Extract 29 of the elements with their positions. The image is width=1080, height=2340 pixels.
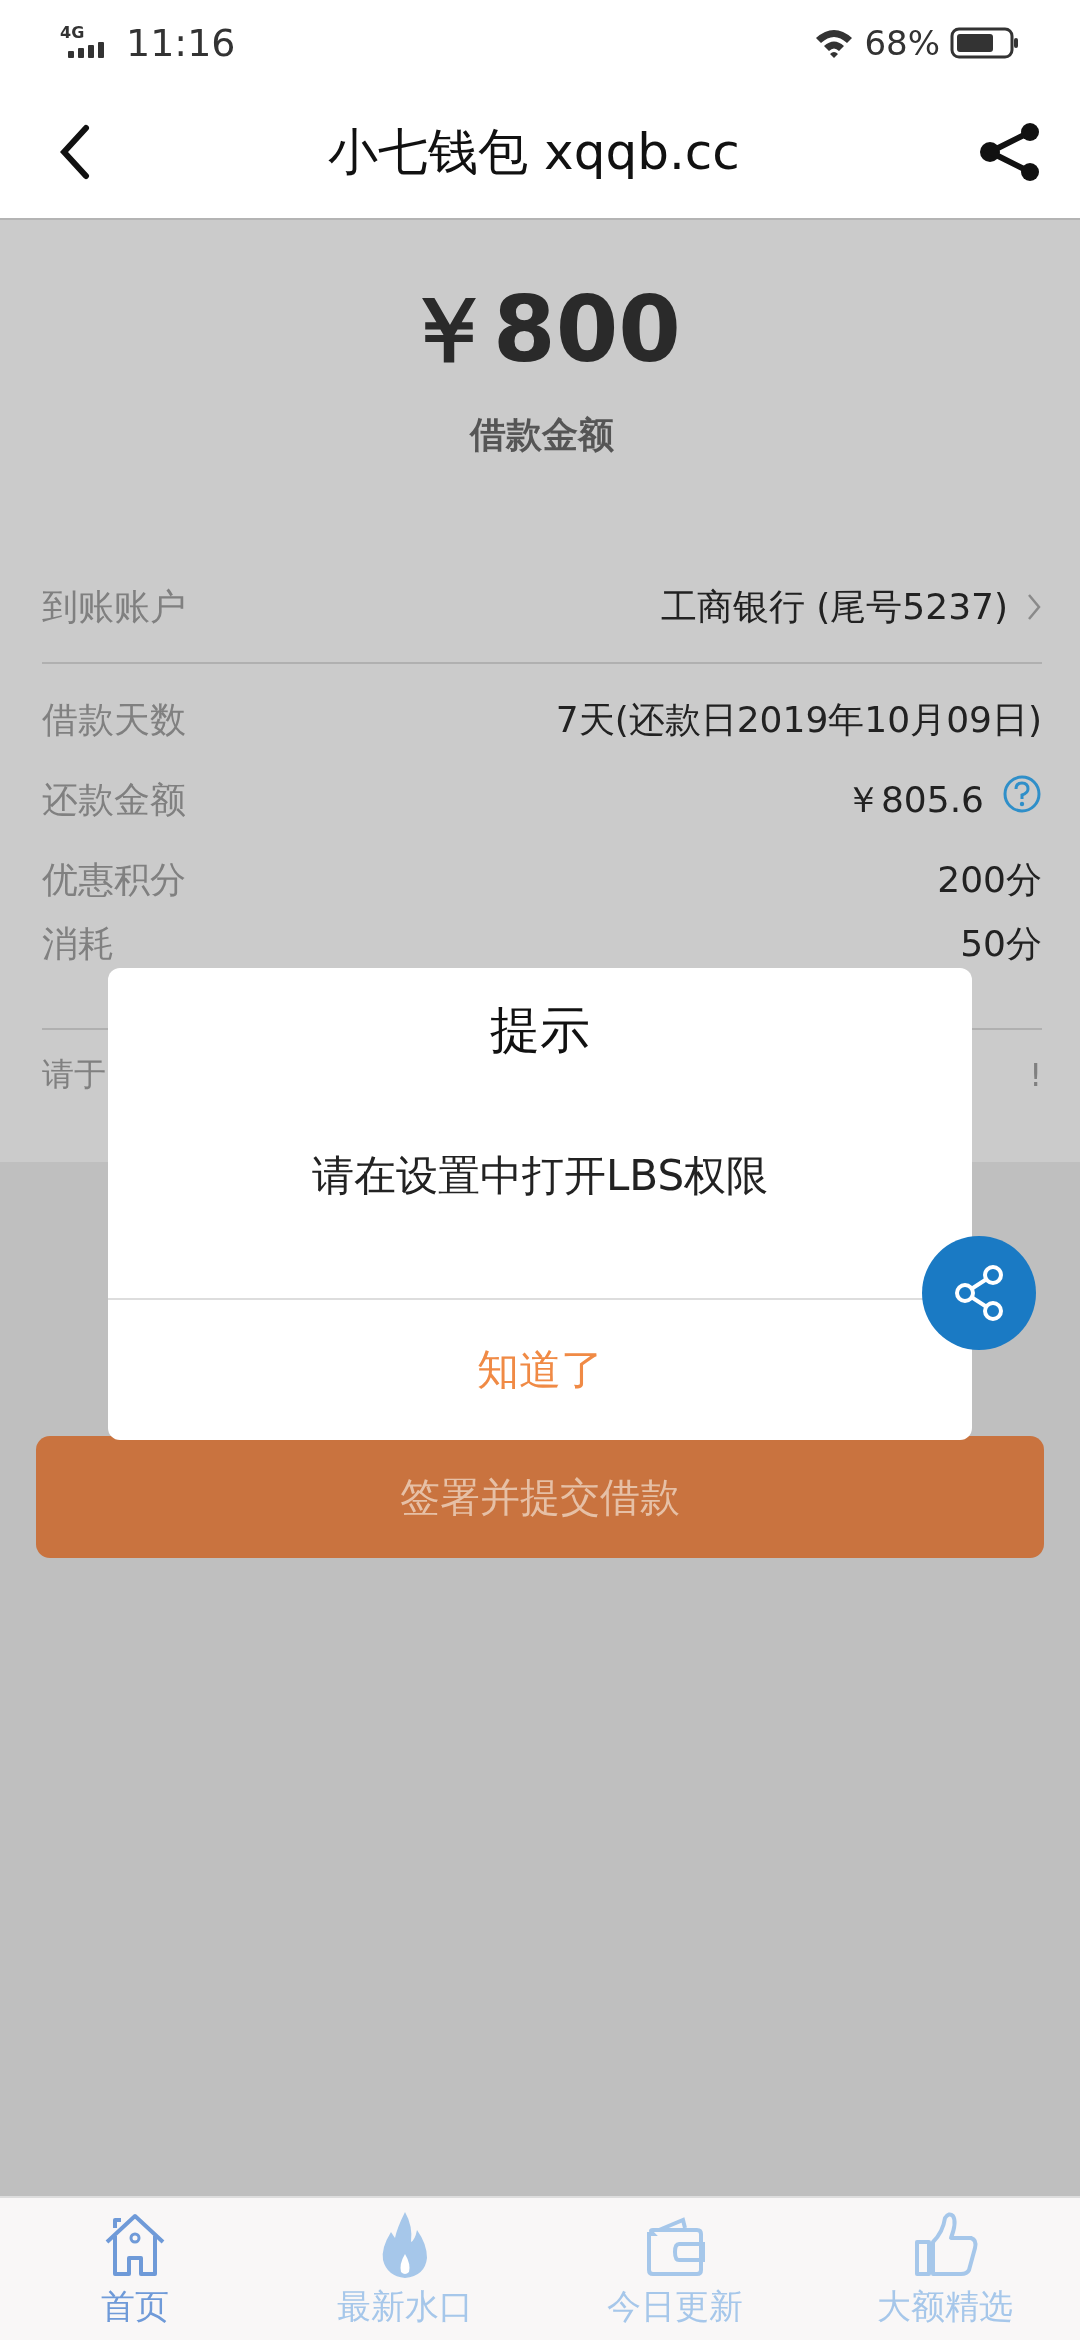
battery-percent: 68% [864, 23, 940, 63]
detail-value: 50分 [960, 922, 1042, 966]
nav-tab[interactable]: 大额精选 [810, 2198, 1080, 2340]
amount-label: 借款金额 [468, 413, 615, 457]
back-icon[interactable] [60, 124, 90, 180]
nav-tab[interactable]: 最新水口 [270, 2198, 540, 2340]
note-text: ! [1029, 1056, 1042, 1094]
account-label: 到账账户 [42, 584, 186, 629]
submit-button[interactable]: 签署并提交借款 [36, 1436, 1044, 1558]
loan-amount: ￥800 [402, 278, 682, 382]
detail-label: 优惠积分 [42, 857, 186, 902]
page-title: 小七钱包 xqqb.cc [328, 121, 740, 183]
clock-time: 11:16 [126, 21, 236, 65]
account-value[interactable]: 工商银行 (尾号5237) [660, 582, 1008, 632]
nav-tab[interactable]: 首页 [0, 2198, 270, 2340]
dialog-title: 提示 [489, 1000, 591, 1061]
detail-label: 借款天数 [42, 697, 186, 742]
wifi-icon [814, 28, 855, 58]
dialog-message: 请在设置中打开LBS权限 [310, 1150, 770, 1202]
detail-value: ￥805.6 [844, 777, 984, 822]
battery-icon [950, 27, 1020, 59]
detail-value: 7天(还款日2019年10月09日) [555, 697, 1042, 742]
detail-value: 200分 [937, 857, 1042, 902]
note-text: 请于 [42, 1054, 106, 1095]
detail-label: 还款金额 [42, 777, 186, 822]
network-label: 4G [60, 22, 86, 42]
detail-label: 消耗 [42, 922, 114, 966]
nav-tab[interactable]: 今日更新 [540, 2198, 810, 2340]
share-icon[interactable] [978, 122, 1042, 182]
